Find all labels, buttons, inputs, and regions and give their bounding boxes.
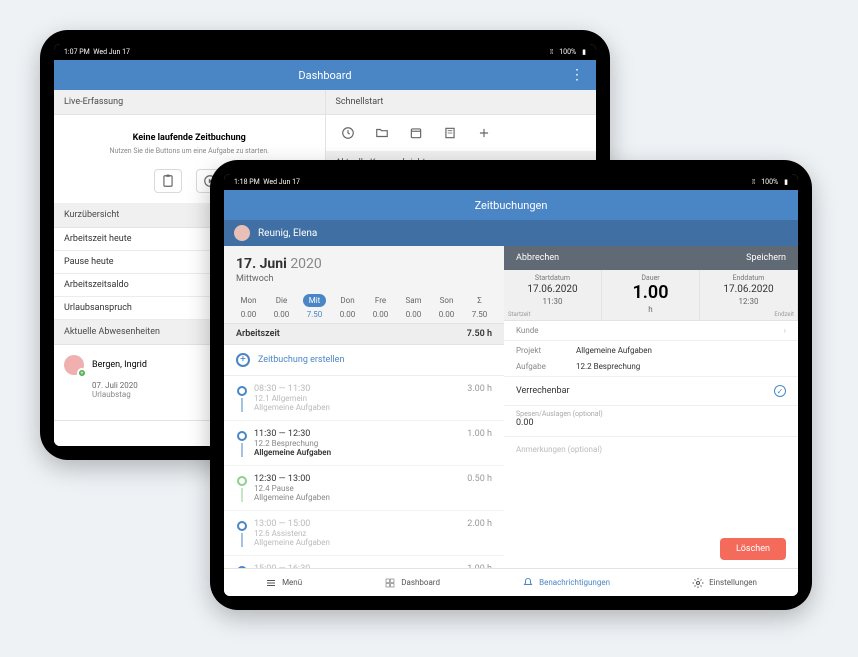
menu-icon [265, 577, 277, 589]
week-row: Mon0.00Die0.00Mit7.50Don0.00Fre0.00Sam0.… [224, 288, 504, 323]
app-bar: Zeitbuchungen [224, 190, 798, 220]
user-bar[interactable]: Reunig, Elena [224, 220, 798, 246]
duration-cell[interactable]: Dauer 1.00 h [602, 270, 700, 320]
calendar-icon [409, 126, 423, 140]
folder-icon [375, 126, 389, 140]
no-booking-hint: Nutzen Sie die Buttons um eine Aufgabe z… [64, 147, 315, 155]
time-entry[interactable]: 13:00 — 15:00 12.6 Assistenz Allgemeine … [224, 511, 504, 556]
bottom-nav: Menü Dashboard Benachrichtigungen Einste… [224, 568, 798, 596]
check-circle-icon: ✓ [774, 385, 786, 397]
wifi-icon: 􀙇 [550, 48, 553, 56]
expense-field[interactable]: Spesen/Auslagen (optional) 0.00 [504, 406, 798, 437]
app-title: Zeitbuchungen [475, 199, 548, 212]
date-header: 17. Juni 2020 Mittwoch [224, 246, 504, 288]
total-row: Arbeitszeit7.50 h [224, 323, 504, 345]
aufgabe-row[interactable]: Aufgabe 12.2 Besprechung [504, 357, 798, 377]
time-entry[interactable]: 11:30 — 12:30 12.2 Besprechung Allgemein… [224, 421, 504, 466]
receipt-icon [443, 126, 457, 140]
quick-add-button[interactable] [476, 125, 492, 141]
more-icon[interactable]: ⋮ [570, 67, 584, 83]
kunde-row[interactable]: Kunde › [504, 321, 798, 341]
quick-time-button[interactable] [340, 125, 356, 141]
user-name: Reunig, Elena [258, 228, 317, 239]
quick-expense-button[interactable] [442, 125, 458, 141]
nav-notifications[interactable]: Benachrichtigungen [522, 577, 610, 589]
tablet-timebooking: 1:18 PM Wed Jun 17 􀙇100%▮ Zeitbuchungen … [210, 160, 812, 610]
week-day[interactable]: Die0.00 [265, 294, 298, 319]
status-badge-icon: + [77, 368, 87, 378]
clipboard-icon [161, 174, 175, 188]
status-bar: 1:18 PM Wed Jun 17 􀙇100%▮ [224, 174, 798, 190]
week-day[interactable]: Sam0.00 [397, 294, 430, 319]
clock-icon [341, 126, 355, 140]
create-booking-button[interactable]: + Zeitbuchung erstellen [224, 345, 504, 376]
wifi-icon: 􀙇 [752, 178, 755, 186]
nav-dashboard[interactable]: Dashboard [384, 577, 440, 589]
week-day[interactable]: Don0.00 [331, 294, 364, 319]
app-title: Dashboard [298, 69, 351, 82]
save-button[interactable]: Speichern [746, 253, 786, 263]
dashboard-icon [384, 577, 396, 589]
nav-menu[interactable]: Menü [265, 577, 302, 589]
app-bar: Dashboard ⋮ [54, 60, 596, 90]
avatar [234, 225, 250, 241]
battery-icon: ▮ [582, 48, 586, 56]
status-bar: 1:07 PM Wed Jun 17 􀙇100%▮ [54, 44, 596, 60]
plus-circle-icon: + [236, 353, 250, 367]
week-day[interactable]: Fre0.00 [364, 294, 397, 319]
task-select-button[interactable] [154, 169, 182, 193]
no-booking-title: Keine laufende Zeitbuchung [64, 133, 315, 143]
week-day[interactable]: Mit7.50 [298, 294, 331, 319]
quick-calendar-button[interactable] [408, 125, 424, 141]
time-entry[interactable]: 08:30 — 11:30 12.1 Allgemein Allgemeine … [224, 376, 504, 421]
cancel-button[interactable]: Abbrechen [516, 253, 559, 263]
delete-button[interactable]: Löschen [720, 538, 786, 560]
nav-settings[interactable]: Einstellungen [692, 577, 757, 589]
avatar: + [64, 355, 84, 375]
week-day[interactable]: Son0.00 [430, 294, 463, 319]
quickstart-header: Schnellstart [326, 90, 597, 115]
time-entry[interactable]: 15:00 — 16:30 12.2 Besprechung Allgemein… [224, 556, 504, 568]
absence-name: Bergen, Ingrid [92, 360, 147, 370]
week-day[interactable]: Mon0.00 [232, 294, 265, 319]
live-header: Live-Erfassung [54, 90, 325, 115]
quick-project-button[interactable] [374, 125, 390, 141]
bell-icon [522, 577, 534, 589]
notes-field[interactable]: Anmerkungen (optional) [504, 437, 798, 462]
projekt-row[interactable]: Projekt Allgemeine Aufgaben [504, 341, 798, 357]
chevron-right-icon: › [784, 326, 786, 335]
time-entry[interactable]: 12:30 — 13:00 12.4 Pause Allgemeine Aufg… [224, 466, 504, 511]
gear-icon [692, 577, 704, 589]
week-day[interactable]: Σ7.50 [463, 294, 496, 319]
entries-list: 08:30 — 11:30 12.1 Allgemein Allgemeine … [224, 376, 504, 568]
plus-icon [477, 126, 491, 140]
editor-bar: Abbrechen Speichern [504, 246, 798, 270]
billable-toggle[interactable]: Verrechenbar ✓ [504, 377, 798, 406]
battery-icon: ▮ [784, 178, 788, 186]
